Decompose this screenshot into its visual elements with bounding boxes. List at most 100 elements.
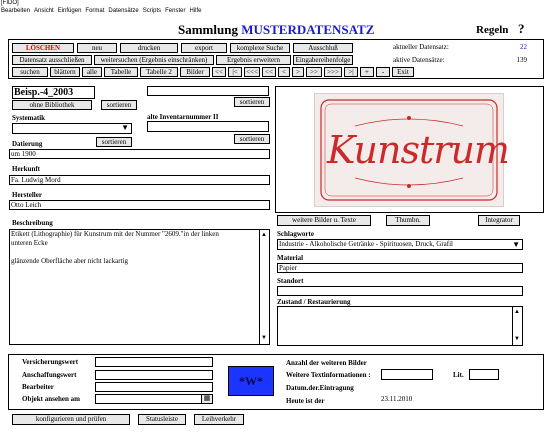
alte-inventarnummer-field[interactable] xyxy=(147,121,269,132)
chevron-down-icon[interactable]: ▼ xyxy=(121,124,129,132)
menu-list: Bearbeiten Ansicht Einfügen Format Daten… xyxy=(1,8,201,14)
nav-back-many-button[interactable]: <<< xyxy=(244,67,260,77)
suchen-button[interactable]: suchen xyxy=(12,67,48,77)
weitere-bilder-button[interactable]: weitere Bilder u. Texte xyxy=(277,215,371,226)
ergebnis-erweitern-button[interactable]: Ergebnis erweitern xyxy=(216,55,291,65)
menu-bar: [FIDO] Bearbeiten Ansicht Einfügen Forma… xyxy=(0,0,551,18)
remove-button[interactable]: - xyxy=(376,67,390,77)
inventory-extra-field[interactable] xyxy=(147,86,269,96)
konfigurieren-button[interactable]: konfigurieren und prüfen xyxy=(12,414,130,425)
menu-item-bearbeiten[interactable]: Bearbeiten xyxy=(1,8,30,14)
tabelle2-button[interactable]: Tabelle 2 xyxy=(140,67,178,77)
loeschen-button[interactable]: LÖSCHEN xyxy=(12,43,74,53)
w-badge[interactable]: *W* xyxy=(228,366,274,396)
label-image: Kunstrum xyxy=(314,93,510,207)
beschreibung-line: unteren Ecke xyxy=(11,239,48,247)
nav-end-button[interactable]: >| xyxy=(344,67,358,77)
toolbar: LÖSCHEN neu drucken export komplexe Such… xyxy=(8,39,544,79)
integrator-button[interactable]: Integrator xyxy=(478,215,520,226)
active-records-label: aktive Datensätze: xyxy=(393,56,445,64)
datierung-label: Datierung xyxy=(12,140,43,148)
exit-button[interactable]: Exit xyxy=(392,67,414,77)
scroll-down-icon[interactable]: ▼ xyxy=(514,335,520,344)
beschreibung-label: Beschreibung xyxy=(12,219,53,227)
zustand-label: Zustand / Restaurierung xyxy=(277,298,351,306)
menu-item-ansicht[interactable]: Ansicht xyxy=(34,8,54,14)
nav-start-button[interactable]: |< xyxy=(228,67,242,77)
eingabereihenfolge-button[interactable]: Eingabereihenfolge xyxy=(293,55,353,65)
thumbn-button[interactable]: Thumbn. xyxy=(386,215,430,226)
alle-button[interactable]: alle xyxy=(82,67,102,77)
beschreibung-line: glänzende Oberfläche aber nicht lackarti… xyxy=(11,257,128,265)
menu-item-scripts[interactable]: Scripts xyxy=(143,8,161,14)
weitersuchen-button[interactable]: weitersuchen (Ergebnis einschränken) xyxy=(94,55,214,65)
image-panel[interactable]: Kunstrum xyxy=(275,86,544,213)
heute-value: 23.11.2010 xyxy=(381,395,413,403)
scroll-down-icon[interactable]: ▼ xyxy=(261,334,267,343)
beschreibung-textarea[interactable]: Etikett (Lithographie) für Kunstrum mit … xyxy=(9,229,270,345)
ohne-bibliothek-button[interactable]: ohne Bibliothek xyxy=(12,100,92,110)
chevron-down-icon[interactable]: ▼ xyxy=(512,240,520,249)
weitere-text-field[interactable] xyxy=(381,369,433,380)
title-highlight: MUSTERDATENSATZ xyxy=(241,22,375,37)
sortieren-button[interactable]: sortieren xyxy=(101,100,137,110)
menu-item-fenster[interactable]: Fenster xyxy=(165,8,185,14)
window-title: [FIDO] xyxy=(1,0,19,6)
scroll-up-icon[interactable]: ▲ xyxy=(514,308,520,317)
systematik-select[interactable]: ▼ xyxy=(12,123,132,134)
sortieren-button[interactable]: sortieren xyxy=(234,134,270,144)
tabelle-button[interactable]: Tabelle xyxy=(104,67,138,77)
material-field[interactable]: Papier xyxy=(277,263,523,273)
nav-next-button[interactable]: > xyxy=(292,67,304,77)
menu-item-datensaetze[interactable]: Datensätze xyxy=(108,8,138,14)
material-label: Material xyxy=(277,254,304,262)
title-prefix: Sammlung xyxy=(178,22,238,37)
ausschluss-button[interactable]: Ausschluß xyxy=(293,43,353,53)
versicherungswert-field[interactable] xyxy=(95,357,213,367)
datierung-field[interactable]: um 1900 xyxy=(9,149,270,159)
sortieren-button[interactable]: sortieren xyxy=(96,137,132,147)
scroll-up-icon[interactable]: ▲ xyxy=(261,231,267,240)
herkunft-field[interactable]: Fa. Ludwig Mord xyxy=(9,175,270,185)
menu-item-format[interactable]: Format xyxy=(85,8,104,14)
komplexe-suche-button[interactable]: komplexe Suche xyxy=(230,43,290,53)
herkunft-label: Herkunft xyxy=(12,165,40,173)
bilder-button[interactable]: Bilder xyxy=(180,67,210,77)
menu-item-hilfe[interactable]: Hilfe xyxy=(189,8,201,14)
scrollbar[interactable]: ▲ ▼ xyxy=(512,307,522,345)
zustand-textarea[interactable]: ▲ ▼ xyxy=(277,306,523,346)
add-button[interactable]: + xyxy=(360,67,374,77)
nav-forward-many-button[interactable]: >>> xyxy=(324,67,342,77)
statusleiste-button[interactable]: Statusleiste xyxy=(138,414,186,425)
schlagworte-select[interactable]: Industrie - Alkoholische Getränke - Spir… xyxy=(277,239,523,250)
neu-button[interactable]: neu xyxy=(77,43,117,53)
datensatz-ausschliessen-button[interactable]: Datensatz ausschließen xyxy=(12,55,92,65)
anschaffungswert-field[interactable] xyxy=(95,370,213,380)
inventory-id-field[interactable]: Beisp.-4_2003 xyxy=(12,86,95,99)
nav-first-button[interactable]: << xyxy=(212,67,226,77)
current-record-value: 22 xyxy=(520,43,527,51)
hersteller-field[interactable]: Otto Leich xyxy=(9,200,270,210)
objekt-ansehen-field[interactable]: ▦ xyxy=(95,394,213,404)
bearbeiter-field[interactable] xyxy=(95,382,213,392)
standort-field[interactable] xyxy=(277,286,523,296)
export-button[interactable]: export xyxy=(181,43,227,53)
scrollbar[interactable]: ▲ ▼ xyxy=(259,230,269,344)
anzahl-bilder-label: Anzahl der weiteren Bilder xyxy=(286,359,367,367)
drucken-button[interactable]: drucken xyxy=(120,43,178,53)
regeln-link[interactable]: Regeln xyxy=(476,24,508,36)
sortieren-button[interactable]: sortieren xyxy=(234,97,270,107)
menu-item-einfuegen[interactable]: Einfügen xyxy=(58,8,82,14)
leihverkehr-button[interactable]: Leihverkehr xyxy=(194,414,244,425)
nav-prev-button[interactable]: < xyxy=(278,67,290,77)
versicherungswert-label: Versicherungswert xyxy=(22,358,79,366)
nav-forward-two-button[interactable]: >> xyxy=(306,67,322,77)
bottom-panel xyxy=(8,354,544,410)
calendar-icon[interactable]: ▦ xyxy=(201,395,212,403)
blaettern-button[interactable]: blättern xyxy=(50,67,80,77)
help-icon[interactable]: ? xyxy=(518,21,525,37)
active-records-value: 139 xyxy=(516,56,528,64)
alte-inventarnummer-label: alte Inventarnummer II xyxy=(147,113,219,121)
nav-back-two-button[interactable]: << xyxy=(262,67,276,77)
lit-field[interactable] xyxy=(469,369,499,380)
